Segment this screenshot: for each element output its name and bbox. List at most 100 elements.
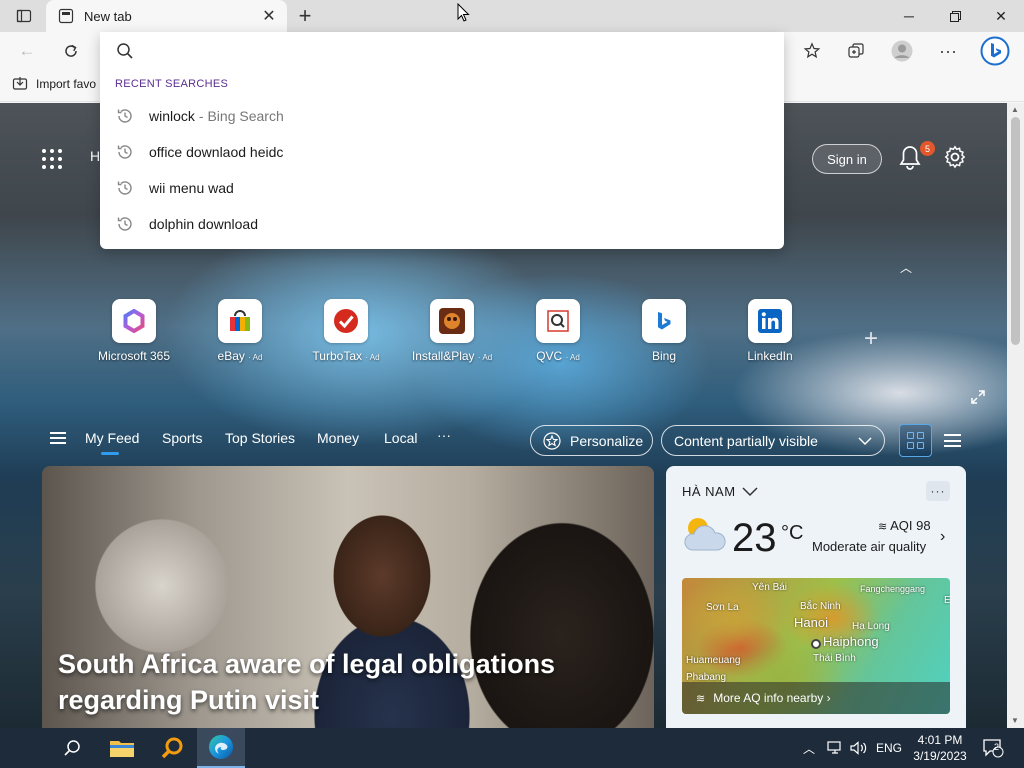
quicklink-label: Bing — [651, 349, 677, 363]
aqi-value: AQI 98 — [890, 518, 931, 533]
settings-more-icon[interactable]: ··· — [933, 36, 963, 66]
app-launcher-icon[interactable] — [42, 149, 62, 169]
map-label: Thái Bình — [813, 653, 856, 664]
recent-search-source: - Bing Search — [198, 108, 284, 124]
favorites-icon[interactable] — [797, 36, 827, 66]
feed-more-icon[interactable]: ··· — [437, 427, 451, 443]
content-visibility-dropdown[interactable]: Content partially visible — [661, 425, 885, 456]
content-visibility-value: Content partially visible — [674, 432, 818, 449]
close-window-icon[interactable]: ✕ — [978, 0, 1024, 32]
ad-label: · Ad — [365, 353, 380, 362]
refresh-icon[interactable] — [56, 36, 86, 66]
file-explorer-icon[interactable] — [98, 728, 146, 768]
chevron-down-icon — [742, 486, 758, 496]
tab-sports[interactable]: Sports — [162, 430, 202, 446]
system-clock[interactable]: 4:01 PM 3/19/2023 — [910, 732, 970, 764]
quicklink-label: Install&Play — [411, 349, 475, 363]
search-app-icon[interactable] — [148, 728, 196, 768]
input-language[interactable]: ENG — [876, 728, 902, 768]
mouse-cursor-icon — [457, 3, 470, 22]
page-scrollbar[interactable]: ▲ ▼ — [1007, 103, 1024, 728]
add-quicklink-icon[interactable]: + — [864, 325, 878, 353]
weather-location-selector[interactable]: HÀ NAM — [682, 484, 758, 499]
quicklink-microsoft365[interactable]: Microsoft 365 — [89, 299, 179, 363]
collections-icon[interactable] — [841, 36, 871, 66]
import-favorites-icon — [12, 77, 28, 90]
recent-search-text: winlock — [149, 108, 195, 124]
address-bar-input[interactable] — [144, 38, 764, 64]
show-hidden-icons-icon[interactable]: ︿ — [803, 728, 815, 768]
minimize-icon[interactable]: ─ — [886, 0, 932, 32]
bing-chat-icon[interactable] — [979, 35, 1011, 67]
scroll-down-icon[interactable]: ▼ — [1011, 716, 1019, 725]
weather-next-icon[interactable]: › — [940, 528, 945, 546]
sign-in-button[interactable]: Sign in — [812, 144, 882, 174]
aqi-leaf-icon: ≋ — [696, 692, 706, 705]
volume-icon[interactable] — [850, 728, 868, 768]
hero-news-card[interactable]: South Africa aware of legal obligations … — [42, 466, 654, 728]
tab-money[interactable]: Money — [317, 430, 359, 446]
new-tab-button[interactable]: + — [292, 3, 318, 28]
quicklink-installplay[interactable]: Install&Play · Ad — [407, 299, 497, 363]
recent-search-item[interactable]: wii menu wad — [100, 170, 784, 206]
quicklink-linkedin[interactable]: LinkedIn — [725, 299, 815, 363]
scrollbar-thumb[interactable] — [1011, 117, 1020, 345]
clock-date: 3/19/2023 — [913, 749, 967, 763]
import-favorites-label: Import favo — [36, 77, 97, 91]
profile-avatar-icon[interactable] — [887, 36, 917, 66]
address-bar-dropdown: RECENT SEARCHES winlock - Bing Search of… — [100, 32, 784, 249]
quicklink-label: eBay — [217, 349, 245, 363]
tab-local[interactable]: Local — [384, 430, 417, 446]
tab-top-stories[interactable]: Top Stories — [225, 430, 295, 446]
microsoft365-icon — [112, 299, 156, 343]
air-quality-map[interactable]: Yên Bái Fangchenggang Sơn La Bắc Ninh Ha… — [682, 578, 950, 714]
network-icon[interactable] — [827, 728, 843, 768]
recent-search-item[interactable]: dolphin download — [100, 206, 784, 242]
expand-background-icon[interactable] — [970, 389, 986, 405]
windows-taskbar: ︿ ENG 4:01 PM 3/19/2023 2 — [0, 728, 1024, 768]
page-settings-gear-icon[interactable] — [943, 145, 967, 169]
action-center-icon[interactable]: 2 — [982, 728, 1004, 768]
history-icon — [117, 181, 132, 195]
edge-browser-icon[interactable] — [197, 728, 245, 768]
ad-label: · Ad — [565, 353, 580, 362]
notifications-bell-icon[interactable] — [898, 144, 922, 172]
collapse-quicklinks-chevron-icon[interactable]: ︿ — [900, 259, 912, 276]
tab-my-feed[interactable]: My Feed — [85, 430, 139, 455]
scroll-up-icon[interactable]: ▲ — [1011, 105, 1019, 114]
feed-menu-icon[interactable] — [50, 432, 66, 444]
restore-icon[interactable] — [932, 0, 978, 32]
tab-new-tab[interactable]: New tab ✕ — [46, 0, 287, 32]
weather-location: HÀ NAM — [682, 484, 736, 499]
recent-search-item[interactable]: office downlaod heidc — [100, 134, 784, 170]
close-tab-icon[interactable]: ✕ — [257, 4, 281, 28]
search-icon — [117, 43, 133, 59]
more-aq-info-link[interactable]: ≋ More AQ info nearby › — [682, 682, 950, 714]
quicklink-turbotax[interactable]: TurboTax · Ad — [301, 299, 391, 363]
ad-label: · Ad — [477, 353, 493, 362]
history-icon — [117, 109, 132, 123]
taskbar-search-icon[interactable] — [48, 728, 96, 768]
personalize-button[interactable]: Personalize — [530, 425, 653, 456]
weather-unit: °C — [781, 522, 804, 544]
hero-headline[interactable]: South Africa aware of legal obligations … — [58, 646, 618, 718]
tab-title: New tab — [84, 8, 132, 24]
quicklink-bing[interactable]: Bing — [619, 299, 709, 363]
back-icon[interactable]: ← — [12, 36, 42, 66]
weather-more-icon[interactable]: ··· — [926, 481, 950, 501]
list-layout-icon[interactable] — [944, 434, 961, 447]
feed-navigation: My Feed Sports Top Stories Money Local ·… — [0, 417, 1007, 463]
grid-layout-icon[interactable] — [899, 424, 932, 457]
more-aq-info-label: More AQ info nearby › — [713, 691, 831, 705]
quicklink-ebay[interactable]: eBay · Ad — [195, 299, 285, 363]
import-favorites-link[interactable]: Import favo — [12, 76, 96, 92]
recent-search-item[interactable]: winlock - Bing Search — [100, 98, 784, 134]
map-label: Yên Bái — [752, 582, 788, 593]
recent-search-text: dolphin download — [149, 216, 258, 232]
tab-actions-icon[interactable] — [8, 4, 40, 28]
weather-temperature: 23 — [732, 516, 777, 560]
quick-links: Microsoft 365 eBay · Ad TurboTax · Ad In… — [96, 299, 816, 369]
clock-time: 4:01 PM — [917, 733, 963, 747]
quicklink-qvc[interactable]: QVC · Ad — [513, 299, 603, 363]
map-label: Hanoi — [794, 615, 828, 630]
